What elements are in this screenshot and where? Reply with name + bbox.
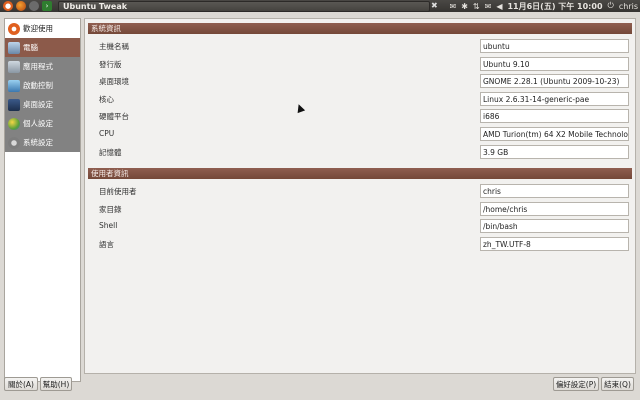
info-row-current-user: 目前使用者 chris: [85, 184, 637, 198]
row-label: 目前使用者: [99, 187, 137, 196]
sidebar-item-desktop[interactable]: 桌面設定: [5, 95, 80, 114]
desktop-env-field[interactable]: GNOME 2.28.1 (Ubuntu 2009-10-23): [480, 74, 629, 88]
info-row-memory: 記憶體 3.9 GB: [85, 145, 637, 159]
system-tray: ✉ ✱ ⇅ ✉ ◀ 11月6日(五) 下午 10:00 ⏻ chris: [450, 0, 639, 12]
top-panel: ● › Ubuntu Tweak ✖ ✉ ✱ ⇅ ✉ ◀ 11月6日(五) 下午…: [0, 0, 640, 12]
sidebar-item-computer[interactable]: 電腦: [5, 38, 80, 57]
system-info-header: 系統資訊: [88, 23, 632, 34]
ubuntu-logo-icon[interactable]: ●: [3, 1, 13, 11]
personal-icon: [8, 117, 20, 130]
taskbar-window-button[interactable]: Ubuntu Tweak: [58, 0, 430, 12]
info-row-hostname: 主機名稱 ubuntu: [85, 39, 637, 53]
distribution-field[interactable]: Ubuntu 9.10: [480, 57, 629, 71]
row-label: Shell: [99, 221, 118, 230]
desktop-icon: [8, 98, 20, 111]
kernel-field[interactable]: Linux 2.6.31-14-generic-pae: [480, 92, 629, 106]
info-row-shell: Shell /bin/bash: [85, 219, 637, 233]
row-label: 發行版: [99, 60, 122, 69]
volume-icon[interactable]: ◀: [496, 2, 502, 11]
info-row-language: 語言 zh_TW.UTF-8: [85, 237, 637, 251]
row-label: 記憶體: [99, 148, 122, 157]
platform-field[interactable]: i686: [480, 109, 629, 123]
sidebar-item-label: 桌面設定: [23, 100, 53, 109]
hostname-field[interactable]: ubuntu: [480, 39, 629, 53]
bluetooth-icon[interactable]: ✱: [461, 2, 468, 11]
row-label: 主機名稱: [99, 42, 129, 51]
applications-icon: [8, 60, 20, 73]
computer-icon: [8, 41, 20, 54]
sidebar-item-label: 系統設定: [23, 138, 53, 147]
row-label: 桌面環境: [99, 77, 129, 86]
sidebar: 歡迎使用 電腦 應用程式 啟動控制 桌面設定 個人設定 系統設定: [4, 18, 81, 382]
sidebar-item-label: 電腦: [23, 43, 38, 52]
info-row-platform: 硬體平台 i686: [85, 109, 637, 123]
power-icon[interactable]: ⏻: [608, 1, 614, 11]
sidebar-item-label: 個人設定: [23, 119, 53, 128]
row-label: 家目錄: [99, 205, 122, 214]
home-dir-field[interactable]: /home/chris: [480, 202, 629, 216]
taskbar-window-title: Ubuntu Tweak: [63, 1, 128, 11]
row-label: 硬體平台: [99, 112, 129, 121]
user-name[interactable]: chris: [619, 2, 638, 11]
sidebar-item-applications[interactable]: 應用程式: [5, 57, 80, 76]
ubuntu-tweak-window: 歡迎使用 電腦 應用程式 啟動控制 桌面設定 個人設定 系統設定 系統資訊 主機…: [0, 12, 640, 400]
sidebar-item-system[interactable]: 系統設定: [5, 133, 80, 152]
row-label: 核心: [99, 95, 114, 104]
network-icon[interactable]: ⇅: [473, 2, 480, 11]
sidebar-item-startup[interactable]: 啟動控制: [5, 76, 80, 95]
help-button[interactable]: 幫助(H): [40, 377, 72, 391]
about-button[interactable]: 關於(A): [4, 377, 38, 391]
info-row-desktop: 桌面環境 GNOME 2.28.1 (Ubuntu 2009-10-23): [85, 74, 637, 88]
info-row-home: 家目錄 /home/chris: [85, 202, 637, 216]
preferences-button[interactable]: 偏好設定(P): [553, 377, 599, 391]
user-info-header: 使用者資訊: [88, 168, 632, 179]
row-label: 語言: [99, 240, 114, 249]
language-field[interactable]: zh_TW.UTF-8: [480, 237, 629, 251]
system-icon: [8, 136, 20, 149]
clock[interactable]: 11月6日(五) 下午 10:00: [507, 1, 602, 12]
sidebar-item-label: 歡迎使用: [23, 24, 53, 33]
info-row-kernel: 核心 Linux 2.6.31-14-generic-pae: [85, 92, 637, 106]
memory-field[interactable]: 3.9 GB: [480, 145, 629, 159]
chat-launcher-icon[interactable]: [29, 1, 39, 11]
sidebar-item-welcome[interactable]: 歡迎使用: [5, 19, 80, 38]
sidebar-item-label: 應用程式: [23, 62, 53, 71]
firefox-launcher-icon[interactable]: [16, 1, 26, 11]
quit-button[interactable]: 結束(Q): [601, 377, 634, 391]
info-row-cpu: CPU AMD Turion(tm) 64 X2 Mobile Technolo…: [85, 127, 637, 141]
info-row-distribution: 發行版 Ubuntu 9.10: [85, 57, 637, 71]
taskbar-close-icon[interactable]: ✖: [431, 1, 438, 10]
current-user-field[interactable]: chris: [480, 184, 629, 198]
ubuntu-icon: [8, 22, 20, 35]
sidebar-item-label: 啟動控制: [23, 81, 53, 90]
sidebar-item-personal[interactable]: 個人設定: [5, 114, 80, 133]
terminal-launcher-icon[interactable]: ›: [42, 1, 52, 11]
row-label: CPU: [99, 129, 115, 138]
mail-icon[interactable]: ✉: [450, 2, 457, 11]
computer-info-panel: 系統資訊 主機名稱 ubuntu 發行版 Ubuntu 9.10 桌面環境 GN…: [84, 18, 636, 374]
messaging-icon[interactable]: ✉: [485, 2, 492, 11]
cpu-field[interactable]: AMD Turion(tm) 64 X2 Mobile Technolog: [480, 127, 629, 141]
startup-icon: [8, 79, 20, 92]
shell-field[interactable]: /bin/bash: [480, 219, 629, 233]
